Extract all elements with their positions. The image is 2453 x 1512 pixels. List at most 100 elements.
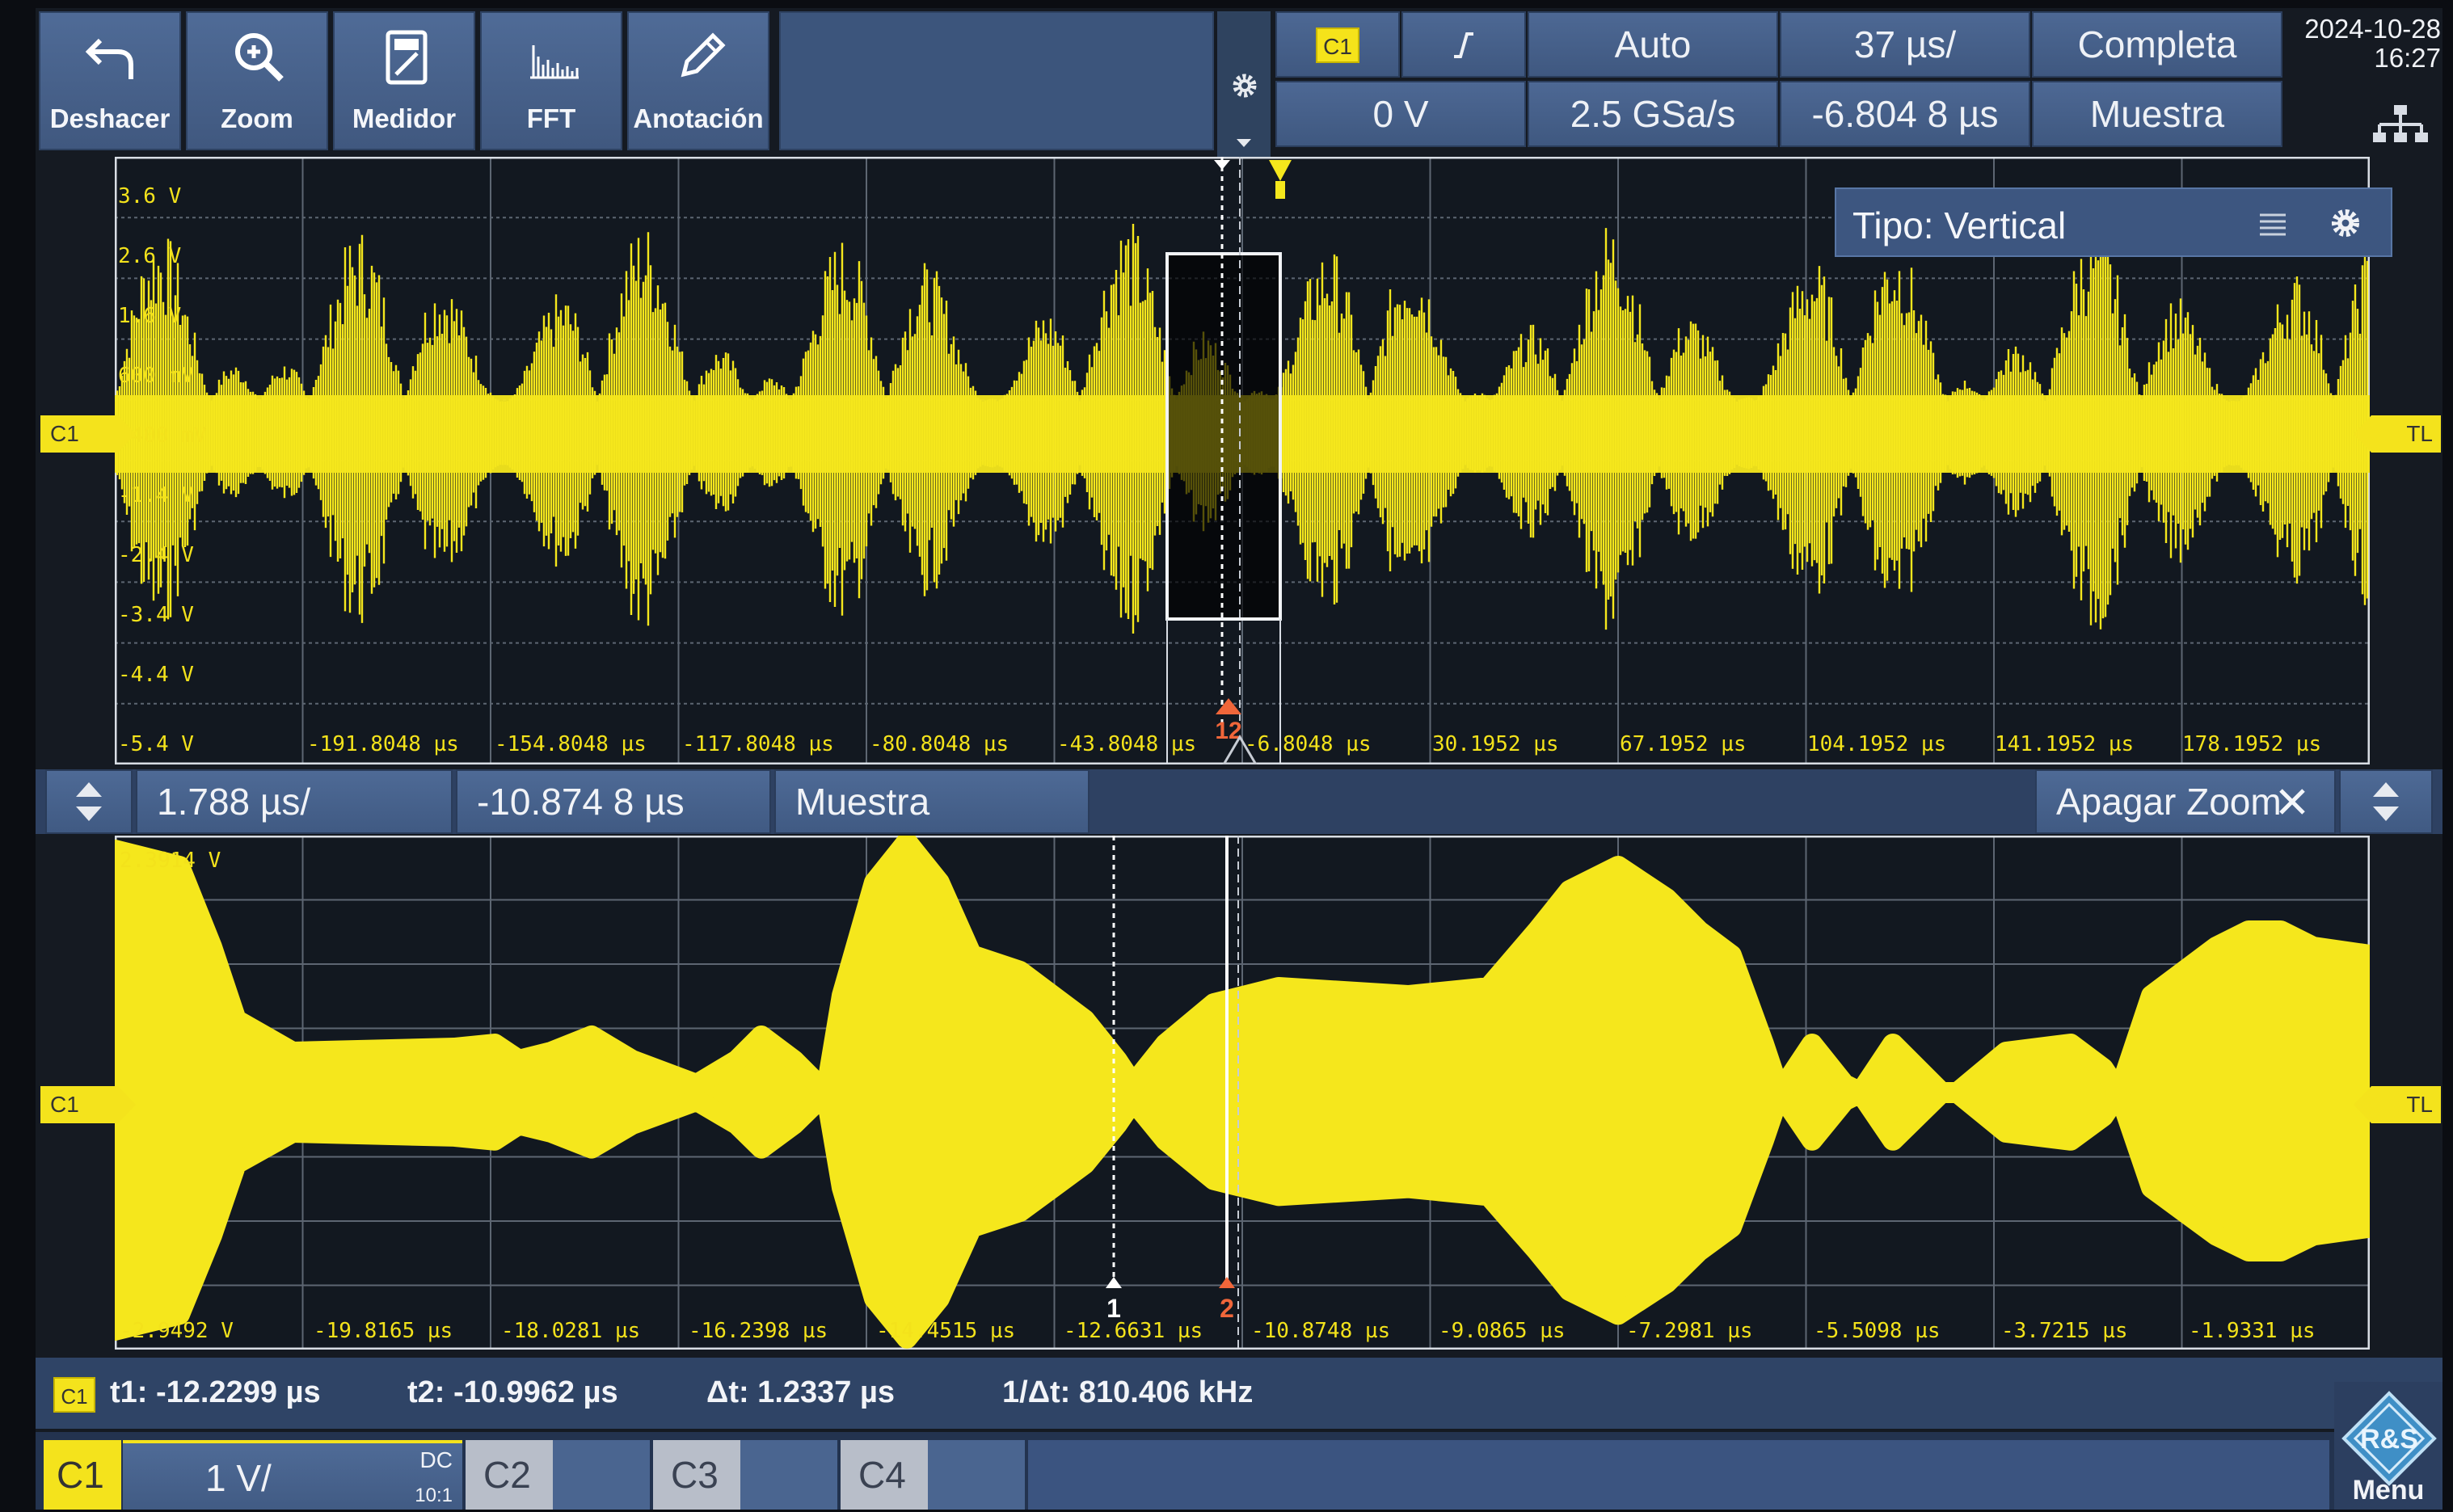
cursor-marker xyxy=(1216,698,1241,714)
overview-vlabel: -1.4 V xyxy=(118,483,194,508)
overview-vlabel: -5.4 V xyxy=(118,732,194,756)
cursor-2-label: 2 xyxy=(1220,1294,1234,1323)
clock-time: 16:27 xyxy=(2374,43,2441,73)
channel-c2-button[interactable]: C2 xyxy=(466,1440,553,1510)
undo-button[interactable]: Deshacer xyxy=(39,11,181,150)
cursor-2-arrow xyxy=(1219,1277,1235,1288)
network-icon[interactable] xyxy=(2371,103,2430,149)
zoom-time-label: -5.5098 µs xyxy=(1814,1319,1941,1343)
up-down-icon xyxy=(76,782,102,821)
zoom-time-label: -14.4515 µs xyxy=(876,1319,1016,1343)
zoom-off-label: Apagar Zoom xyxy=(2056,781,2282,823)
sample-rate-button[interactable]: 2.5 GSa/s xyxy=(1528,81,1778,147)
chevron-down-icon xyxy=(1237,139,1251,147)
zoom-time-label: -18.0281 µs xyxy=(501,1319,641,1343)
annotation-button[interactable]: Anotación xyxy=(627,11,769,150)
zoom-waveform-canvas: 12 xyxy=(115,836,2370,1350)
zoom-waveform-plot[interactable]: 12 2.3914 V -2.9492 V -19.8165 µs -18.02… xyxy=(115,836,2370,1350)
fft-button[interactable]: FFT xyxy=(480,11,622,150)
zoom-label: Zoom xyxy=(221,103,293,133)
zoom-window-shade xyxy=(1167,254,1280,619)
trigger-source-button[interactable]: C1 xyxy=(1275,11,1400,78)
zoom-top-voltage-label: 2.3914 V xyxy=(120,849,221,873)
overview-vlabel: -3.4 V xyxy=(118,603,194,627)
readout-channel-badge[interactable]: C1 xyxy=(53,1377,95,1413)
overview-vlabel: -4.4 V xyxy=(118,663,194,687)
record-mode-button[interactable]: Completa xyxy=(2032,11,2282,78)
zoom-time-label: -9.0865 µs xyxy=(1439,1319,1566,1343)
trigger-slope-button[interactable] xyxy=(1401,11,1526,78)
overview-time-label: -6.8048 µs xyxy=(1245,732,1372,756)
meter-button[interactable]: Medidor xyxy=(333,11,475,150)
undo-label: Deshacer xyxy=(49,103,171,133)
zoom-position-updown-button[interactable] xyxy=(45,769,133,834)
overview-vlabel: 600 mV xyxy=(118,364,194,388)
overview-time-label: 141.1952 µs xyxy=(1995,732,2135,756)
acquisition-mode-button[interactable]: Muestra xyxy=(2032,81,2282,147)
close-icon[interactable] xyxy=(2274,784,2310,819)
cursor-top-marker xyxy=(1214,160,1230,170)
cursor-readout-bar: C1 t1: -12.2299 µs t2: -10.9962 µs Δt: 1… xyxy=(36,1358,2442,1429)
cursor-type-box[interactable]: Tipo: Vertical xyxy=(1835,187,2392,257)
up-down-icon xyxy=(2373,782,2399,821)
oscilloscope-screen: Deshacer Zoom Medidor FFT Anotación C1 A… xyxy=(36,8,2442,1510)
svg-text:R&S: R&S xyxy=(2360,1424,2418,1455)
c1-attenuation-label: 10:1 xyxy=(415,1485,453,1506)
overview-vlabel: 1.6 V xyxy=(118,304,182,328)
overview-vlabel: 3.6 V xyxy=(118,184,182,208)
zoom-icon xyxy=(235,33,284,82)
time-per-div-button[interactable]: 37 µs/ xyxy=(1780,11,2030,78)
overview-vlabel: 2.6 V xyxy=(118,244,182,268)
overview-time-label: -154.8048 µs xyxy=(495,732,647,756)
overview-vlabel: -2.4 V xyxy=(118,543,194,567)
zoom-button[interactable]: Zoom xyxy=(186,11,328,150)
overview-channel-marker[interactable]: C1 xyxy=(40,415,136,453)
cursor-1-arrow xyxy=(1106,1277,1122,1288)
annotation-label: Anotación xyxy=(633,103,764,133)
zoom-channel-marker[interactable]: C1 xyxy=(40,1086,136,1123)
channel-c2-scale-button[interactable] xyxy=(553,1440,650,1510)
meter-icon xyxy=(386,30,428,85)
menu-label: Menu xyxy=(2352,1475,2425,1506)
trigger-mode-button[interactable]: Auto xyxy=(1528,11,1778,78)
channel-c4-button[interactable]: C4 xyxy=(841,1440,928,1510)
channel-bar: C1 1 V/ DC 10:1 C2 C3 C4 xyxy=(36,1432,2442,1510)
channel-c1-button[interactable]: C1 xyxy=(44,1440,121,1510)
zoom-time-label: -7.2981 µs xyxy=(1626,1319,1753,1343)
overview-time-label: -43.8048 µs xyxy=(1057,732,1197,756)
overview-trigger-level-marker[interactable]: TL xyxy=(2354,415,2441,453)
zoom-time-label: -16.2398 µs xyxy=(689,1319,828,1343)
acquisition-settings-button[interactable] xyxy=(1217,11,1271,165)
zoom-bottom-voltage-label: -2.9492 V xyxy=(120,1319,234,1343)
meter-label: Medidor xyxy=(352,103,457,133)
zoom-scale-updown-button[interactable] xyxy=(2339,769,2433,834)
zoom-time-label: -3.7215 µs xyxy=(2001,1319,2128,1343)
zoom-time-label: -1.9331 µs xyxy=(2189,1319,2316,1343)
overview-time-label: 178.1952 µs xyxy=(2182,732,2322,756)
zoom-time-label: -19.8165 µs xyxy=(314,1319,453,1343)
fft-label: FFT xyxy=(526,103,576,133)
trigger-channel-badge: C1 xyxy=(1316,27,1359,63)
trigger-position-marker xyxy=(1269,160,1292,199)
gear-icon[interactable] xyxy=(2328,205,2363,241)
channel-bar-empty-area xyxy=(1028,1440,2329,1510)
list-icon[interactable] xyxy=(2258,212,2287,236)
zoom-time-per-div-button[interactable]: 1.788 µs/ xyxy=(136,769,453,834)
c1-scale-label: 1 V/ xyxy=(205,1457,272,1499)
horizontal-position-button[interactable]: -6.804 8 µs xyxy=(1780,81,2030,147)
menu-button[interactable]: R&S Menu xyxy=(2334,1382,2442,1510)
zoom-position-button[interactable]: -10.874 8 µs xyxy=(456,769,771,834)
zoom-mode-button[interactable]: Muestra xyxy=(774,769,1090,834)
channel-c1-scale-button[interactable]: 1 V/ DC 10:1 xyxy=(123,1440,462,1510)
cursor-delta-value: Δt: 1.2337 µs xyxy=(706,1375,895,1409)
channel-c4-scale-button[interactable] xyxy=(928,1440,1025,1510)
channel-c3-button[interactable]: C3 xyxy=(653,1440,740,1510)
overview-time-label: -80.8048 µs xyxy=(870,732,1009,756)
cursor-frequency-value: 1/Δt: 810.406 kHz xyxy=(1002,1375,1254,1409)
trigger-level-button[interactable]: 0 V xyxy=(1275,81,1526,147)
c1-coupling-label: DC xyxy=(419,1447,453,1472)
zoom-time-label: -12.6631 µs xyxy=(1064,1319,1203,1343)
zoom-trigger-level-marker[interactable]: TL xyxy=(2354,1086,2441,1123)
cursor-t1-value: t1: -12.2299 µs xyxy=(110,1375,321,1409)
channel-c3-scale-button[interactable] xyxy=(740,1440,837,1510)
